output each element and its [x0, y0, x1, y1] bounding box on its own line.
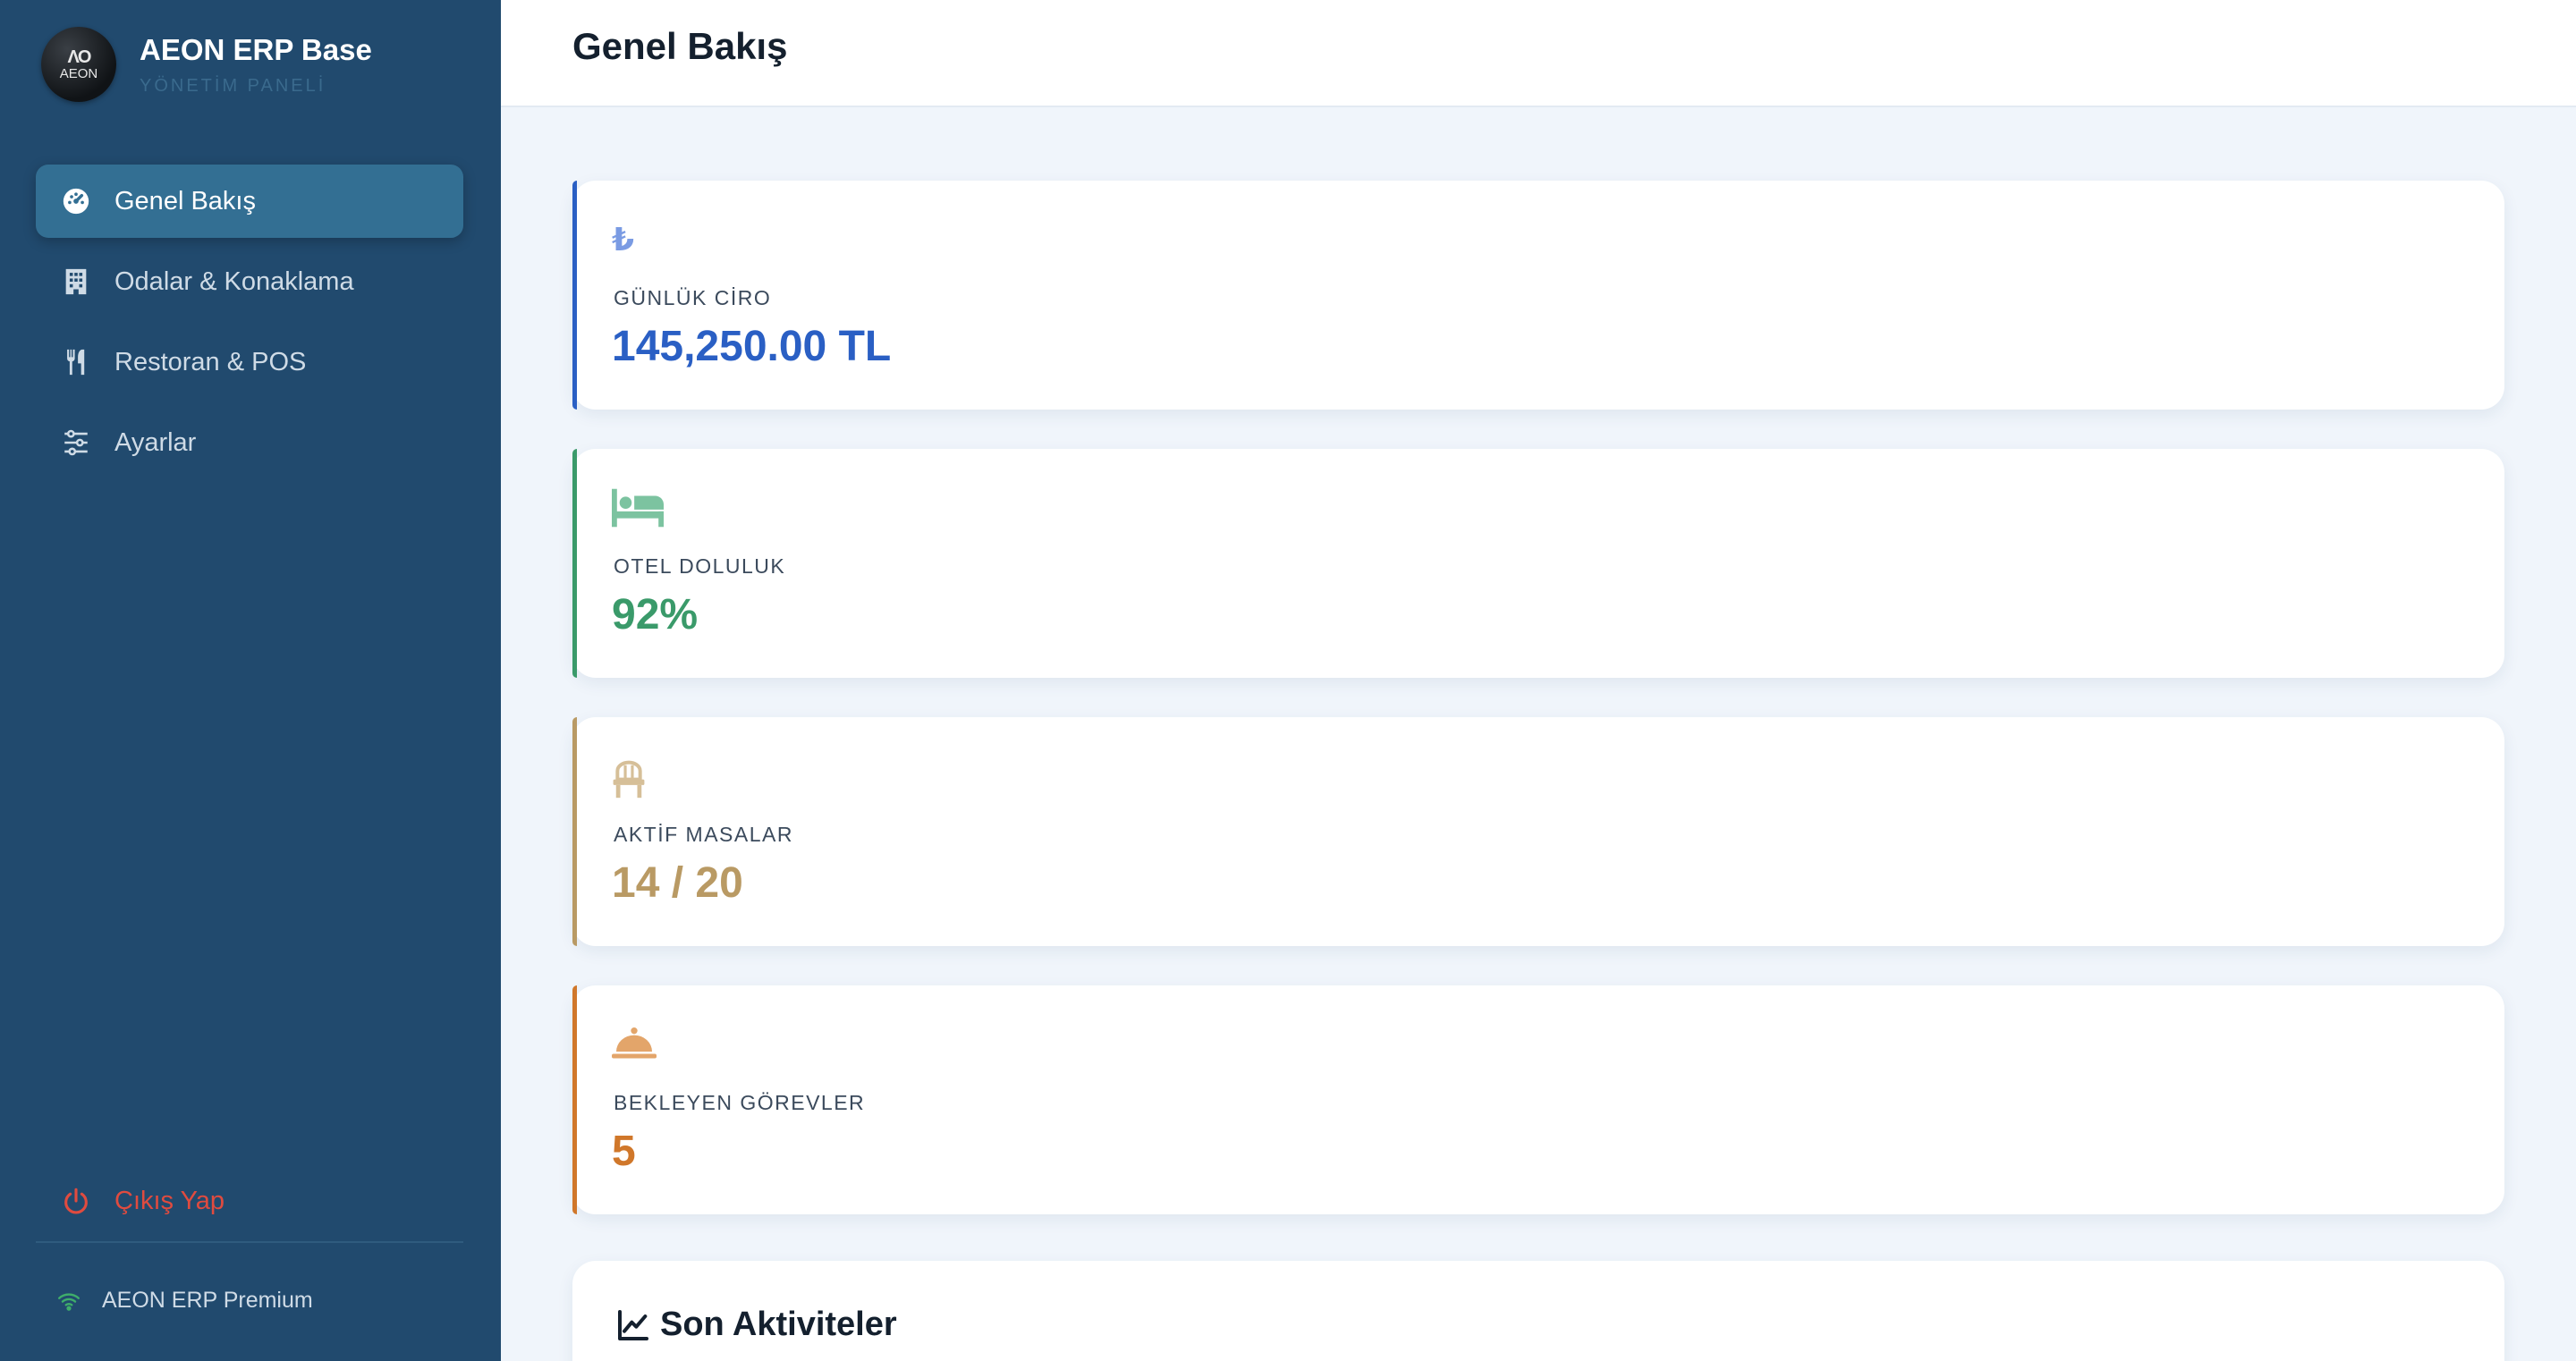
brand: ΛO AEON AEON ERP Base YÖNETİM PANELİ	[41, 27, 372, 102]
card-label: OTEL DOLULUK	[614, 554, 786, 578]
connection-status: AEON ERP Premium	[57, 1288, 313, 1314]
logo-text: AEON	[59, 65, 98, 81]
stat-card-daily-revenue: ₺ GÜNLÜK CİRO 145,250.00 TL	[572, 181, 2504, 410]
sidebar: ΛO AEON AEON ERP Base YÖNETİM PANELİ Gen…	[0, 0, 501, 1361]
brand-logo: ΛO AEON	[41, 27, 116, 102]
sidebar-item-restoran[interactable]: Restoran & POS	[36, 325, 463, 399]
brand-title: AEON ERP Base	[140, 32, 372, 66]
logout-label: Çıkış Yap	[114, 1186, 225, 1215]
svg-text:₺: ₺	[612, 222, 634, 258]
chair-icon	[612, 757, 665, 801]
dashboard-icon	[61, 186, 91, 216]
sidebar-divider	[36, 1241, 463, 1243]
sidebar-item-label: Ayarlar	[114, 427, 197, 457]
sidebar-item-ayarlar[interactable]: Ayarlar	[36, 406, 463, 479]
card-value: 145,250.00 TL	[612, 323, 892, 370]
card-value: 5	[612, 1128, 636, 1175]
lira-icon: ₺	[612, 220, 665, 265]
stat-card-pending-tasks: BEKLEYEN GÖREVLER 5	[572, 985, 2504, 1214]
card-value: 14 / 20	[612, 859, 743, 907]
status-label: AEON ERP Premium	[102, 1288, 313, 1313]
service-bell-icon	[612, 1025, 665, 1069]
sidebar-item-odalar[interactable]: Odalar & Konaklama	[36, 245, 463, 318]
sidebar-nav: Genel Bakış Odalar & Konaklama Restoran …	[36, 165, 463, 486]
utensils-icon	[61, 347, 91, 377]
sliders-icon	[61, 427, 91, 458]
card-label: AKTİF MASALAR	[614, 823, 793, 846]
recent-activity-title: Son Aktiviteler	[615, 1306, 897, 1344]
stat-card-active-tables: AKTİF MASALAR 14 / 20	[572, 717, 2504, 946]
sidebar-item-label: Restoran & POS	[114, 347, 307, 376]
logo-mark: ΛO	[67, 46, 92, 67]
page-header: Genel Bakış	[501, 0, 2576, 107]
building-icon	[61, 266, 91, 297]
card-value: 92%	[612, 591, 699, 638]
sidebar-item-label: Odalar & Konaklama	[114, 266, 354, 296]
sidebar-item-genel-bakis[interactable]: Genel Bakış	[36, 165, 463, 238]
recent-activity-label: Son Aktiviteler	[660, 1306, 897, 1343]
chart-line-icon	[618, 1309, 648, 1340]
card-label: GÜNLÜK CİRO	[614, 286, 772, 309]
stat-card-hotel-occupancy: OTEL DOLULUK 92%	[572, 449, 2504, 678]
logout-button[interactable]: Çıkış Yap	[61, 1186, 225, 1216]
brand-subtitle: YÖNETİM PANELİ	[140, 75, 326, 96]
bed-icon	[612, 488, 665, 533]
sidebar-item-label: Genel Bakış	[114, 186, 256, 216]
power-icon	[64, 1188, 88, 1214]
recent-activity-panel: Son Aktiviteler	[572, 1261, 2504, 1361]
page-title: Genel Bakış	[572, 25, 788, 67]
wifi-icon	[57, 1292, 80, 1311]
card-label: BEKLEYEN GÖREVLER	[614, 1091, 866, 1114]
